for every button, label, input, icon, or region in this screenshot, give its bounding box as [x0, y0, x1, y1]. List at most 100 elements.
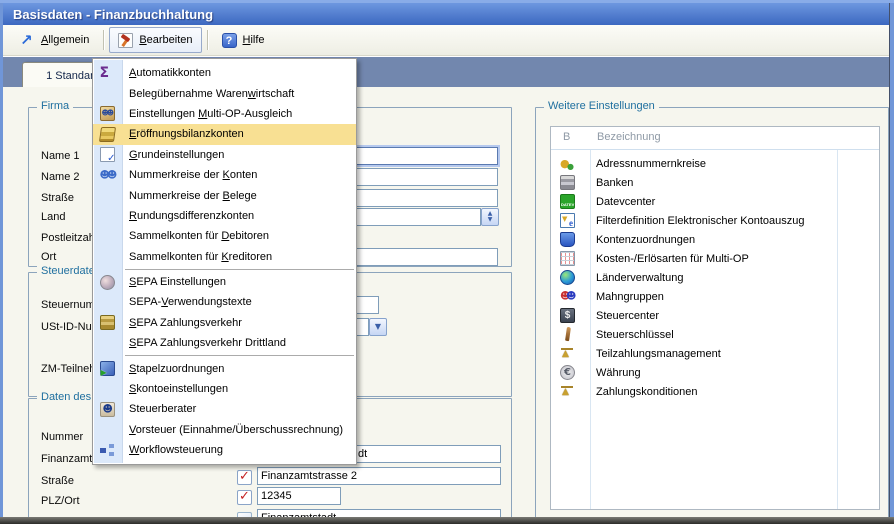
plz-ort-checkbox[interactable] — [237, 490, 252, 505]
menu-item-sepa-verwendungstexte[interactable]: SEPA-Verwendungstexte — [93, 292, 356, 312]
list-item-datevcenter[interactable]: Datevcenter — [551, 192, 879, 211]
menu-item-rundungsdifferenzkonten[interactable]: Rundungsdifferenzkonten — [93, 206, 356, 226]
menu-item-nummerkreise-der-konten[interactable]: Nummerkreise der Konten — [93, 165, 356, 185]
menu-item-label: SEPA Zahlungsverkehr — [129, 317, 242, 329]
plz-ort-label: PLZ/Ort — [41, 495, 80, 507]
list-header: B Bezeichnung — [551, 127, 879, 150]
menu-item-automatikkonten[interactable]: Automatikkonten — [93, 63, 356, 83]
list-item-label: Teilzahlungsmanagement — [596, 348, 721, 360]
sum-icon — [100, 66, 115, 81]
list-item-label: Zahlungskonditionen — [596, 386, 698, 398]
weitere-list: B Bezeichnung Adressnummernkreise Banken D… — [550, 126, 880, 510]
list-item-länderverwaltung[interactable]: Länderverwaltung — [551, 268, 879, 287]
menu-item-vorsteuer-einnahme-überschussrechnung[interactable]: Vorsteuer (Einnahme/Überschussrechnung) — [93, 420, 356, 440]
list-item-label: Banken — [596, 177, 633, 189]
window-border-bottom — [0, 517, 894, 524]
menu-item-label: Skontoeinstellungen — [129, 383, 228, 395]
list-item-kosten-erlösarten-für-multi-op[interactable]: Kosten-/Erlösarten für Multi-OP — [551, 249, 879, 268]
land-label: Land — [41, 211, 65, 223]
column-header-b: B — [563, 131, 570, 143]
menu-item-label: Nummerkreise der Belege — [129, 190, 257, 202]
doc-check-icon — [100, 147, 115, 162]
menu-item-sepa-zahlungsverkehr-drittland[interactable]: SEPA Zahlungsverkehr Drittland — [93, 333, 356, 353]
menu-item-grundeinstellungen[interactable]: Grundeinstellungen — [93, 145, 356, 165]
fa-ort-checkbox[interactable] — [237, 512, 252, 517]
menu-item-nummerkreise-der-belege[interactable]: Nummerkreise der Belege — [93, 185, 356, 205]
scales-icon — [560, 346, 575, 361]
title-bar: Basisdaten - Finanzbuchhaltung — [3, 3, 889, 25]
weitere-legend: Weitere Einstellungen — [544, 100, 659, 112]
name2-label: Name 2 — [41, 171, 80, 183]
workflow-icon — [100, 443, 115, 458]
menu-item-label: Sammelkonten für Debitoren — [129, 230, 269, 242]
menu-item-skontoeinstellungen[interactable]: Skontoeinstellungen — [93, 379, 356, 399]
land-stepper[interactable]: ▲▼ — [481, 208, 499, 226]
list-item-steuercenter[interactable]: Steuercenter — [551, 306, 879, 325]
menu-item-sammelkonten-für-kreditoren[interactable]: Sammelkonten für Kreditoren — [93, 247, 356, 267]
menu-item-sepa-einstellungen[interactable]: SEPA Einstellungen — [93, 272, 356, 292]
strasse-label: Straße — [41, 192, 74, 204]
nummer-label: Nummer — [41, 431, 83, 443]
help-icon — [222, 33, 237, 48]
weitere-einstellungen-fieldset: Weitere Einstellungen B Bezeichnung Adre… — [535, 107, 889, 517]
list-item-adressnummernkreise[interactable]: Adressnummernkreise — [551, 154, 879, 173]
column-header-bezeichnung: Bezeichnung — [597, 131, 661, 143]
menu-item-stapelzuordnungen[interactable]: Stapelzuordnungen — [93, 358, 356, 378]
allgemein-button[interactable]: Allgemein — [11, 27, 98, 53]
list-item-label: Filterdefinition Elektronischer Kontoaus… — [596, 215, 805, 227]
ustid-dropdown-button[interactable]: ▼ — [369, 318, 387, 336]
filter-icon — [560, 213, 575, 228]
menu-item-einstellungen-multi-op-ausgleich[interactable]: Einstellungen Multi-OP-Ausgleich — [93, 104, 356, 124]
window-border-right — [889, 0, 894, 524]
toolbar: Allgemein Bearbeiten Hilfe — [3, 25, 889, 56]
hilfe-button[interactable]: Hilfe — [213, 27, 274, 53]
globe-icon — [560, 270, 575, 285]
menu-item-label: SEPA Einstellungen — [129, 276, 226, 288]
list-item-filterdefinition-elektronischer-kontoauszug[interactable]: Filterdefinition Elektronischer Kontoaus… — [551, 211, 879, 230]
dollar-icon — [560, 308, 575, 323]
list-item-währung[interactable]: Währung — [551, 363, 879, 382]
banks-icon — [560, 175, 575, 190]
toolbar-button-label: Hilfe — [243, 34, 265, 46]
list-item-steuerschlüssel[interactable]: Steuerschlüssel — [551, 325, 879, 344]
menu-item-steuerberater[interactable]: Steuerberater — [93, 399, 356, 419]
menu-item-label: Vorsteuer (Einnahme/Überschussrechnung) — [129, 424, 343, 436]
book-arrow-icon — [100, 361, 115, 376]
menu-item-label: SEPA Zahlungsverkehr Drittland — [129, 337, 286, 349]
menu-item-label: Einstellungen Multi-OP-Ausgleich — [129, 108, 292, 120]
menu-item-sammelkonten-für-debitoren[interactable]: Sammelkonten für Debitoren — [93, 226, 356, 246]
menu-item-label: Belegübernahme Warenwirtschaft — [129, 88, 294, 100]
plz-ort-input[interactable] — [257, 487, 341, 505]
menu-item-label: Grundeinstellungen — [129, 149, 224, 161]
list-item-label: Mahngruppen — [596, 291, 664, 303]
address-icon — [560, 156, 575, 171]
toolbar-button-label: Allgemein — [41, 34, 89, 46]
multiop-icon — [100, 106, 115, 121]
menu-item-label: Eröffnungsbilanzkonten — [129, 128, 244, 140]
list-item-teilzahlungsmanagement[interactable]: Teilzahlungsmanagement — [551, 344, 879, 363]
bearbeiten-button[interactable]: Bearbeiten — [109, 27, 201, 53]
folder-icon — [560, 232, 575, 247]
list-item-zahlungskonditionen[interactable]: Zahlungskonditionen — [551, 382, 879, 401]
list-item-label: Währung — [596, 367, 641, 379]
menu-item-sepa-zahlungsverkehr[interactable]: SEPA Zahlungsverkehr — [93, 313, 356, 333]
window-title: Basisdaten - Finanzbuchhaltung — [13, 7, 213, 22]
list-item-mahngruppen[interactable]: Mahngruppen — [551, 287, 879, 306]
coin-icon — [560, 365, 575, 380]
fa-ort-input[interactable] — [257, 509, 501, 517]
stepper-down-icon: ▼ — [488, 217, 493, 223]
menu-item-label: Nummerkreise der Konten — [129, 169, 257, 181]
list-item-kontenzuordnungen[interactable]: Kontenzuordnungen — [551, 230, 879, 249]
list-item-banken[interactable]: Banken — [551, 173, 879, 192]
list-item-label: Kosten-/Erlösarten für Multi-OP — [596, 253, 749, 265]
list-item-label: Steuerschlüssel — [596, 329, 674, 341]
menu-item-label: Automatikkonten — [129, 67, 211, 79]
postleitzahl-label: Postleitzahl — [41, 232, 97, 244]
fa-strasse-input[interactable] — [257, 467, 501, 485]
menu-item-workflowsteuerung[interactable]: Workflowsteuerung — [93, 440, 356, 460]
toolbar-separator — [103, 30, 104, 50]
list-item-label: Kontenzuordnungen — [596, 234, 695, 246]
menu-item-eröffnungsbilanzkonten[interactable]: Eröffnungsbilanzkonten — [93, 124, 356, 144]
menu-item-belegübernahme-warenwirtschaft[interactable]: Belegübernahme Warenwirtschaft — [93, 83, 356, 103]
fa-strasse-checkbox[interactable] — [237, 470, 252, 485]
